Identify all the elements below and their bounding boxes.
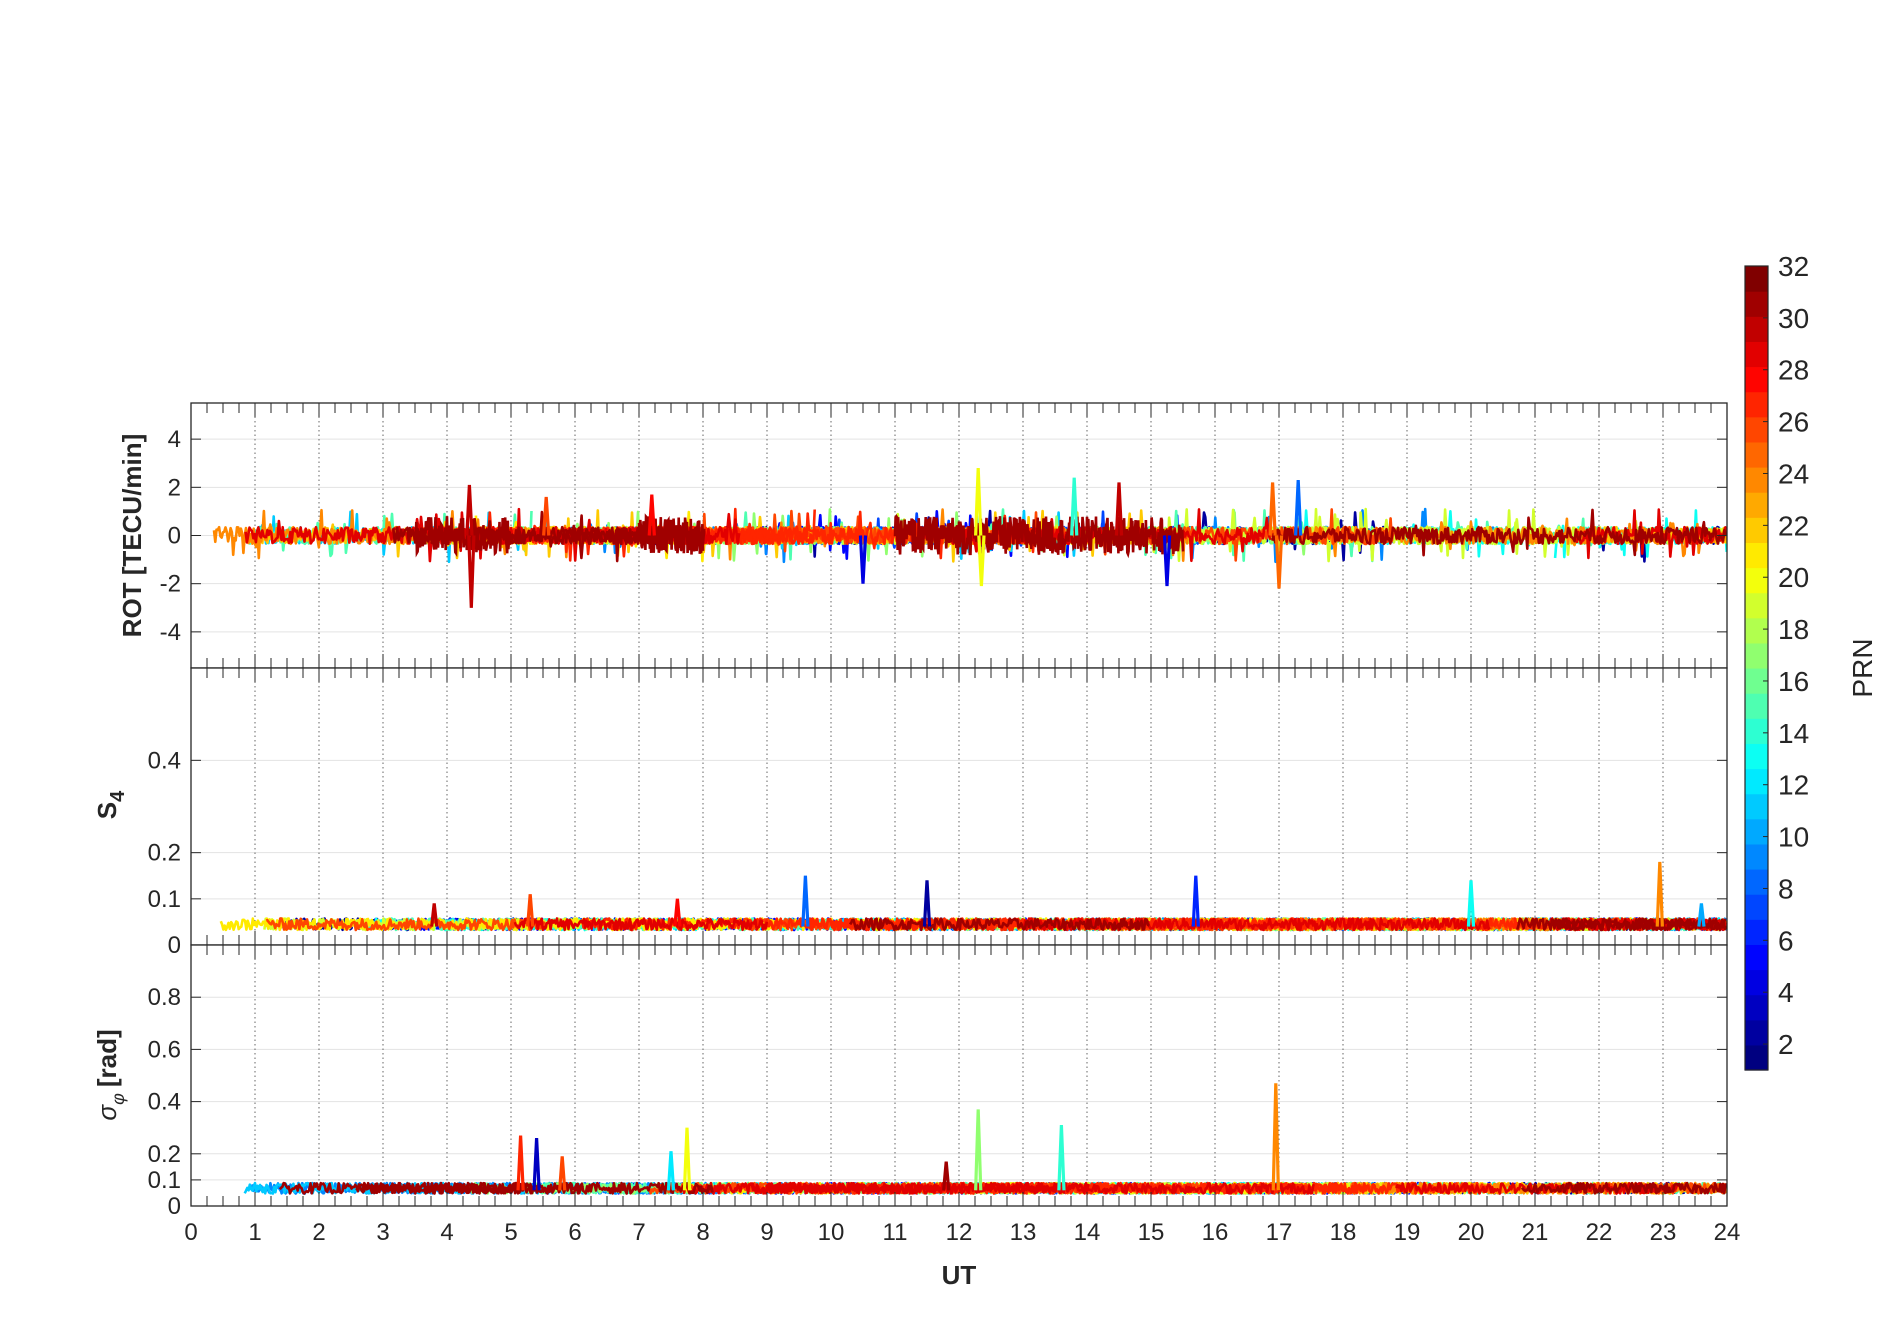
colorbar-tick-label: 12 (1778, 770, 1809, 801)
y-tick-label: 2 (168, 474, 181, 501)
x-tick-label: 11 (883, 1219, 908, 1246)
x-tick-label: 1 (248, 1219, 261, 1246)
colorbar-segment (1745, 266, 1768, 292)
y-tick-label: 0 (168, 523, 181, 550)
x-tick-label: 4 (440, 1219, 453, 1246)
x-tick-label: 19 (1394, 1219, 1421, 1246)
colorbar-segment (1745, 1044, 1768, 1071)
x-tick-label: 5 (504, 1219, 517, 1246)
x-tick-label: 23 (1650, 1219, 1677, 1246)
colorbar-segment (1745, 517, 1768, 543)
colorbar-segment (1745, 793, 1768, 820)
colorbar-tick-label: 2 (1778, 1029, 1794, 1060)
y-axis-title-rot: ROT [TECU/min] (117, 434, 147, 638)
colorbar-tick-label: 16 (1778, 666, 1809, 697)
x-tick-label: 7 (632, 1219, 645, 1246)
colorbar-tick-label: 20 (1778, 562, 1809, 593)
colorbar-segment (1745, 567, 1768, 594)
colorbar-segment (1745, 441, 1768, 468)
colorbar-segment (1745, 617, 1768, 644)
y-tick-label: 4 (168, 426, 181, 453)
colorbar-segment (1745, 919, 1768, 945)
colorbar-tick-label: 18 (1778, 614, 1809, 645)
colorbar-tick-label: 32 (1778, 251, 1809, 282)
colorbar-tick-label: 14 (1778, 718, 1809, 749)
colorbar-segment (1745, 467, 1768, 493)
colorbar-segment (1745, 416, 1768, 443)
y-tick-label: 0.6 (148, 1036, 181, 1063)
colorbar-segment (1745, 768, 1768, 795)
colorbar-segment (1745, 366, 1768, 393)
colorbar-segment (1745, 391, 1768, 418)
colorbar-segment (1745, 818, 1768, 845)
chart-svg: -4-2024ROT [TECU/min]00.10.20.4S400.10.2… (0, 0, 1902, 1330)
y-tick-label: 0.4 (148, 1089, 181, 1116)
colorbar-title: PRN (1847, 638, 1878, 697)
x-tick-label: 16 (1202, 1219, 1229, 1246)
colorbar-segment (1745, 843, 1768, 870)
x-tick-label: 10 (818, 1219, 845, 1246)
colorbar-segment (1745, 592, 1768, 619)
colorbar-tick-label: 24 (1778, 458, 1809, 489)
colorbar-segment (1745, 693, 1768, 719)
colorbar-tick-label: 22 (1778, 510, 1809, 541)
panel-rot: -4 -2 0 2 4 ROT [TECU/min] (117, 402, 1728, 669)
panel-s4: 00.10.20.4S4 (92, 667, 1728, 959)
x-axis-title: UT (942, 1260, 977, 1290)
x-tick-label: 15 (1138, 1219, 1165, 1246)
colorbar-segment (1745, 642, 1768, 669)
colorbar-segment (1745, 969, 1768, 996)
colorbar-segment (1745, 341, 1768, 368)
x-tick-label: 20 (1458, 1219, 1485, 1246)
y-tick-label: 0 (168, 932, 181, 959)
x-tick-label: 17 (1266, 1219, 1293, 1246)
x-tick-label: 24 (1714, 1219, 1741, 1246)
x-tick-label: 21 (1522, 1219, 1549, 1246)
x-tick-label: 22 (1586, 1219, 1613, 1246)
colorbar-tick-label: 26 (1778, 407, 1809, 438)
y-tick-label: 0.8 (148, 984, 181, 1011)
x-tick-label: 18 (1330, 1219, 1357, 1246)
x-tick-label: 6 (568, 1219, 581, 1246)
y-tick-label: 0.2 (148, 840, 181, 867)
colorbar-segment (1745, 894, 1768, 920)
colorbar-segment (1745, 291, 1768, 317)
y-tick-label: 0.2 (148, 1141, 181, 1168)
colorbar-segment (1745, 944, 1768, 971)
y-tick-label: 0.4 (148, 747, 181, 774)
colorbar-segment (1745, 492, 1768, 518)
colorbar-segment (1745, 1019, 1768, 1046)
colorbar-tick-label: 10 (1778, 822, 1809, 853)
y-tick-label: 0.1 (148, 1167, 181, 1194)
x-tick-label: 0 (184, 1219, 197, 1246)
x-tick-label: 12 (946, 1219, 973, 1246)
y-tick-label: -4 (160, 619, 181, 646)
colorbar-segment (1745, 542, 1768, 569)
colorbar-tick-label: 6 (1778, 925, 1794, 956)
colorbar-tick-label: 30 (1778, 303, 1809, 334)
colorbar-segment (1745, 869, 1768, 895)
y-tick-label: 0.1 (148, 886, 181, 913)
colorbar-segment (1745, 743, 1768, 770)
figure: -4 -2 0 2 4 ROT [TECU/min] 0 0.1 0.2 0.4 S4 0 0.1 0.2… (0, 0, 1902, 1330)
y-tick-label: -2 (160, 571, 181, 598)
x-tick-label: 13 (1010, 1219, 1037, 1246)
colorbar-segment (1745, 994, 1768, 1021)
x-tick-label: 2 (312, 1219, 325, 1246)
colorbar-segment (1745, 718, 1768, 744)
colorbar-tick-label: 4 (1778, 977, 1794, 1008)
colorbar-segment (1745, 316, 1768, 342)
y-tick-label: 0 (168, 1193, 181, 1220)
colorbar-tick-label: 8 (1778, 873, 1794, 904)
x-tick-label: 8 (696, 1219, 709, 1246)
x-tick-label: 3 (376, 1219, 389, 1246)
colorbar-tick-label: 28 (1778, 355, 1809, 386)
x-tick-label: 14 (1074, 1219, 1101, 1246)
x-tick-label: 9 (760, 1219, 773, 1246)
